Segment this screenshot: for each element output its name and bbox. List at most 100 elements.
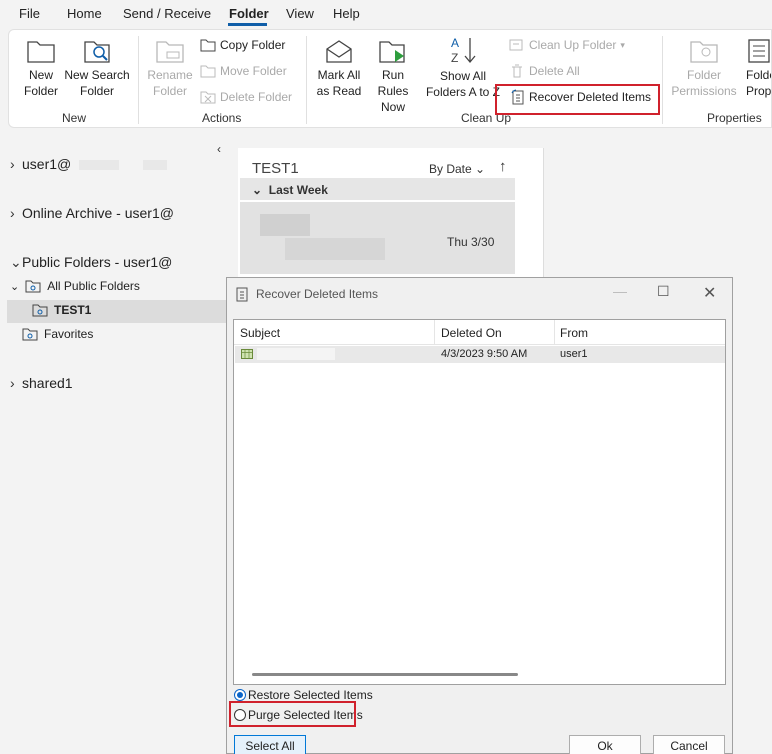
message-date: Thu 3/30: [447, 235, 495, 249]
menu-file[interactable]: File: [19, 6, 40, 21]
folder-public-folders-label: Public Folders - user1@: [22, 254, 173, 270]
group-header-label: Last Week: [268, 183, 328, 197]
folder-all-public-folders[interactable]: ⌄ All Public Folders: [10, 279, 140, 293]
folder-shared1[interactable]: › shared1: [10, 375, 73, 391]
highlight-purge-option: [229, 701, 356, 727]
chevron-down-icon: ⌄: [10, 254, 22, 270]
move-folder-label: Move Folder: [220, 64, 287, 78]
new-search-folder-button[interactable]: New Search Folder: [64, 38, 130, 99]
calendar-item-icon: [241, 349, 253, 359]
menu-folder[interactable]: Folder: [229, 6, 269, 21]
redacted-text: [257, 348, 335, 360]
menu-help[interactable]: Help: [333, 6, 360, 21]
redacted-text: [260, 214, 310, 236]
chevron-right-icon: ›: [10, 156, 15, 172]
active-tab-indicator: [228, 23, 267, 26]
folder-online-archive-label: Online Archive - user1@: [22, 205, 174, 221]
chevron-right-icon: ›: [10, 375, 15, 391]
new-folder-button[interactable]: New Folder: [20, 38, 62, 99]
rename-folder-label-1: Rename: [147, 68, 193, 82]
new-folder-label-2: Folder: [23, 84, 58, 98]
group-header[interactable]: ⌄ Last Week: [240, 178, 515, 200]
row-deleted-on: 4/3/2023 9:50 AM: [441, 348, 528, 360]
message-item[interactable]: Thu 3/30: [240, 202, 515, 274]
group-label-actions: Actions: [202, 111, 242, 125]
trash-icon: [512, 64, 522, 78]
search-folder-icon: [84, 41, 110, 63]
menu-home[interactable]: Home: [67, 6, 102, 21]
horizontal-scrollbar[interactable]: [252, 673, 518, 676]
restore-radio[interactable]: [234, 689, 246, 701]
select-all-button[interactable]: Select All: [234, 735, 306, 754]
folder-permissions-label-2: Permissions: [671, 84, 737, 98]
redacted-text: [79, 160, 120, 171]
menu-view[interactable]: View: [286, 6, 314, 21]
clean-up-folder-button[interactable]: Clean Up Folder ▾: [509, 38, 625, 52]
ribbon-separator: [138, 36, 139, 124]
public-folder-icon: [32, 304, 48, 317]
sort-by-label: By Date: [429, 162, 472, 176]
show-all-folders-button[interactable]: AZ Show All Folders A to Z: [423, 35, 503, 100]
column-separator[interactable]: [554, 320, 555, 345]
folder-properties-button[interactable]: Folder Properties: [743, 38, 771, 99]
delete-all-label: Delete All: [529, 64, 580, 78]
new-search-folder-label-1: New Search: [64, 68, 130, 82]
cancel-button[interactable]: Cancel: [653, 735, 725, 754]
ok-button[interactable]: Ok: [569, 735, 641, 754]
maximize-icon[interactable]: ☐: [657, 283, 670, 300]
clean-up-folder-label: Clean Up Folder: [529, 38, 617, 52]
table-row[interactable]: 4/3/2023 9:50 AM user1: [235, 346, 725, 363]
redacted-text: [143, 160, 168, 171]
folder-properties-icon: [748, 39, 770, 63]
column-subject[interactable]: Subject: [240, 326, 280, 340]
folder-test1-label: TEST1: [54, 303, 92, 317]
menu-send-receive[interactable]: Send / Receive: [123, 6, 211, 21]
copy-folder-icon: [200, 39, 216, 52]
folder-shared1-label: shared1: [22, 375, 73, 391]
column-from[interactable]: From: [560, 326, 588, 340]
mark-all-read-label-1: Mark All: [317, 68, 361, 82]
column-deleted-on[interactable]: Deleted On: [441, 326, 502, 340]
folder-online-archive[interactable]: › Online Archive - user1@: [10, 205, 174, 221]
folder-public-folders[interactable]: ⌄Public Folders - user1@: [10, 254, 172, 271]
run-rules-label-2: Now: [380, 100, 405, 114]
restore-option[interactable]: Restore Selected Items: [234, 688, 373, 702]
copy-folder-button[interactable]: Copy Folder: [200, 38, 285, 52]
pane-divider: [543, 148, 544, 278]
move-folder-button[interactable]: Move Folder: [200, 64, 287, 78]
menu-bar: File Home Send / Receive Folder View Hel…: [0, 0, 772, 28]
public-folder-icon: [22, 328, 38, 341]
run-rules-label-1: Run Rules: [377, 68, 409, 98]
delete-all-button[interactable]: Delete All: [509, 64, 580, 78]
folder-test1[interactable]: TEST1: [32, 303, 91, 317]
folder-permissions-button[interactable]: Folder Permissions: [669, 38, 739, 99]
minimize-icon[interactable]: —: [613, 283, 627, 299]
folder-properties-label-1: Folder: [746, 68, 771, 82]
folder-account1[interactable]: › user1@: [10, 156, 168, 172]
ribbon-separator: [662, 36, 663, 124]
run-rules-now-button[interactable]: Run Rules Now: [365, 38, 421, 115]
restore-label: Restore Selected Items: [248, 688, 373, 702]
rename-folder-button[interactable]: Rename Folder: [147, 38, 193, 99]
folder-account1-label: user1@: [22, 156, 72, 172]
folder-all-public-folders-label: All Public Folders: [47, 279, 140, 293]
sort-direction-icon[interactable]: ↑: [499, 158, 507, 175]
group-label-new: New: [62, 111, 87, 125]
chevron-down-icon: ⌄: [252, 183, 263, 197]
folder-favorites[interactable]: Favorites: [22, 327, 93, 341]
sort-by-dropdown[interactable]: By Date ⌄: [429, 162, 485, 176]
close-icon[interactable]: ✕: [703, 283, 716, 303]
recover-deleted-dialog: Recover Deleted Items — ☐ ✕ Subject Dele…: [226, 277, 733, 754]
folder-permissions-label-1: Folder: [686, 68, 721, 82]
column-separator[interactable]: [434, 320, 435, 345]
delete-folder-label: Delete Folder: [220, 90, 293, 104]
delete-folder-button[interactable]: Delete Folder: [200, 90, 292, 104]
chevron-down-icon: ⌄: [10, 280, 20, 293]
mark-all-read-button[interactable]: Mark All as Read: [314, 38, 364, 99]
move-folder-icon: [200, 65, 216, 78]
new-search-folder-label-2: Folder: [79, 84, 114, 98]
collapse-pane-icon[interactable]: ‹: [217, 142, 221, 156]
delete-folder-icon: [200, 91, 216, 104]
public-folder-icon: [25, 280, 41, 293]
list-header: Subject Deleted On From: [234, 320, 725, 345]
